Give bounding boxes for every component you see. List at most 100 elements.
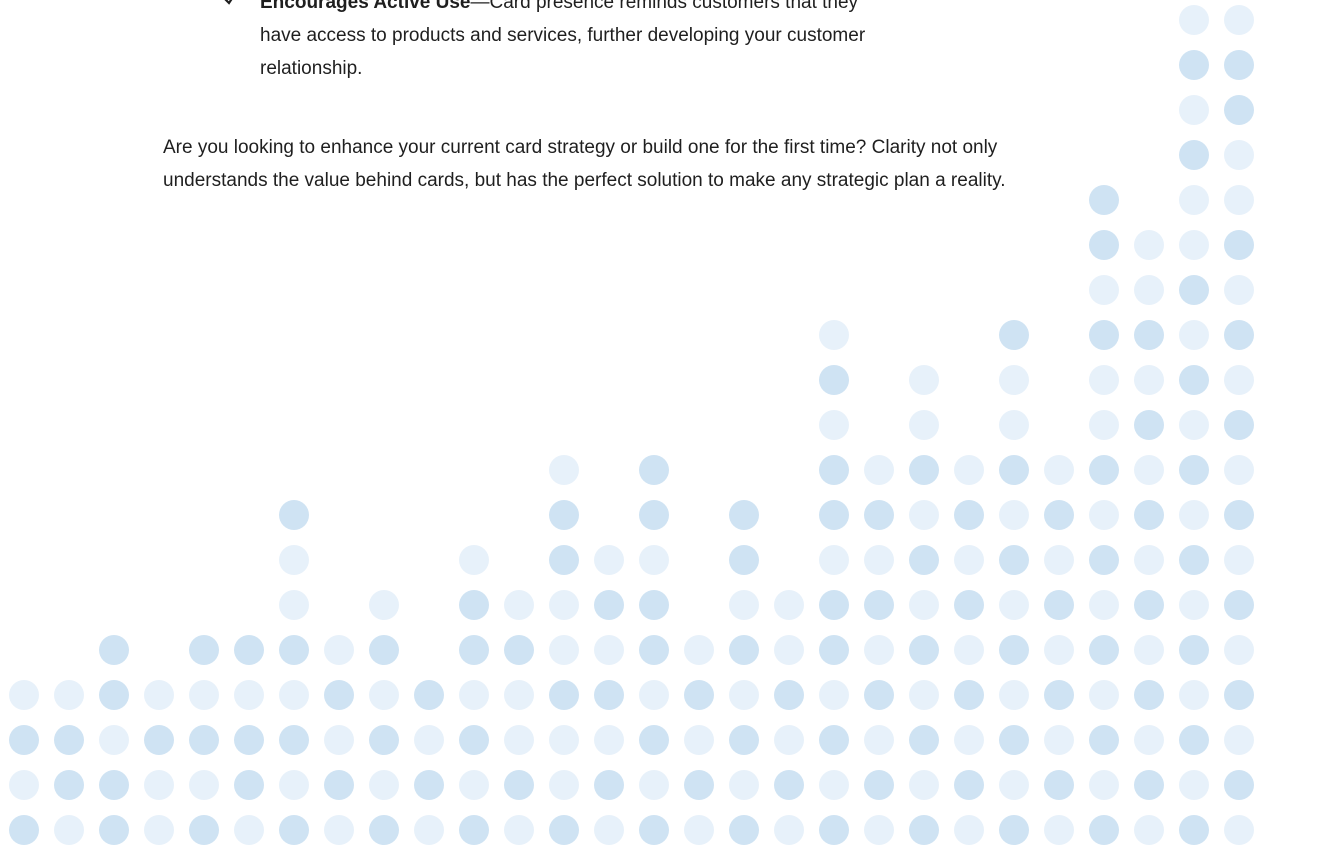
pattern-dot <box>999 455 1029 485</box>
pattern-dot <box>414 770 444 800</box>
pattern-dot <box>684 680 714 710</box>
pattern-dot <box>324 725 354 755</box>
pattern-dot <box>1089 545 1119 575</box>
pattern-dot <box>1089 815 1119 845</box>
pattern-dot <box>234 815 264 845</box>
pattern-dot <box>819 590 849 620</box>
pattern-dot <box>189 770 219 800</box>
pattern-dot <box>504 680 534 710</box>
pattern-dot <box>1089 455 1119 485</box>
pattern-dot <box>909 680 939 710</box>
pattern-dot <box>1044 725 1074 755</box>
pattern-dot <box>1224 770 1254 800</box>
pattern-dot <box>999 500 1029 530</box>
pattern-dot <box>1044 815 1074 845</box>
pattern-dot <box>99 635 129 665</box>
pattern-dot <box>999 815 1029 845</box>
pattern-dot <box>684 725 714 755</box>
pattern-dot <box>729 680 759 710</box>
pattern-dot <box>234 725 264 755</box>
pattern-dot <box>1134 590 1164 620</box>
pattern-dot <box>864 725 894 755</box>
pattern-dot <box>864 815 894 845</box>
pattern-dot <box>909 500 939 530</box>
pattern-dot <box>234 635 264 665</box>
pattern-dot <box>864 770 894 800</box>
pattern-dot <box>1179 680 1209 710</box>
pattern-dot <box>1134 365 1164 395</box>
pattern-dot <box>954 545 984 575</box>
pattern-dot <box>1224 410 1254 440</box>
pattern-dot <box>414 815 444 845</box>
pattern-dot <box>864 635 894 665</box>
pattern-dot <box>909 815 939 845</box>
pattern-dot <box>1044 590 1074 620</box>
pattern-dot <box>1044 680 1074 710</box>
pattern-dot <box>1044 455 1074 485</box>
pattern-dot <box>504 725 534 755</box>
pattern-dot <box>594 635 624 665</box>
pattern-dot <box>279 635 309 665</box>
pattern-dot <box>1224 320 1254 350</box>
pattern-dot <box>639 590 669 620</box>
pattern-dot <box>819 545 849 575</box>
pattern-dot <box>909 770 939 800</box>
pattern-dot <box>1179 410 1209 440</box>
pattern-dot <box>9 770 39 800</box>
pattern-dot <box>1179 725 1209 755</box>
pattern-dot <box>684 635 714 665</box>
pattern-dot <box>279 500 309 530</box>
pattern-dot <box>369 815 399 845</box>
pattern-dot <box>1134 770 1164 800</box>
pattern-dot <box>459 815 489 845</box>
pattern-dot <box>1179 635 1209 665</box>
pattern-dot <box>819 455 849 485</box>
pattern-dot <box>1134 815 1164 845</box>
pattern-dot <box>1089 320 1119 350</box>
pattern-dot <box>1179 320 1209 350</box>
pattern-dot <box>189 680 219 710</box>
pattern-dot <box>1179 95 1209 125</box>
pattern-dot <box>1089 230 1119 260</box>
pattern-dot <box>1179 50 1209 80</box>
pattern-dot <box>999 545 1029 575</box>
pattern-dot <box>54 770 84 800</box>
pattern-dot <box>9 725 39 755</box>
pattern-dot <box>1089 410 1119 440</box>
pattern-dot <box>774 635 804 665</box>
pattern-dot <box>279 815 309 845</box>
pattern-dot <box>594 770 624 800</box>
pattern-dot <box>1089 500 1119 530</box>
pattern-dot <box>1134 545 1164 575</box>
pattern-dot <box>1134 275 1164 305</box>
pattern-dot <box>459 590 489 620</box>
pattern-dot <box>504 815 534 845</box>
pattern-dot <box>1134 725 1164 755</box>
pattern-dot <box>1044 770 1074 800</box>
pattern-dot <box>324 635 354 665</box>
pattern-dot <box>1179 455 1209 485</box>
pattern-dot <box>1224 590 1254 620</box>
pattern-dot <box>819 635 849 665</box>
pattern-dot <box>459 545 489 575</box>
pattern-dot <box>189 815 219 845</box>
pattern-dot <box>999 680 1029 710</box>
pattern-dot <box>54 680 84 710</box>
pattern-dot <box>1224 50 1254 80</box>
pattern-dot <box>1089 725 1119 755</box>
pattern-dot <box>324 680 354 710</box>
pattern-dot <box>999 635 1029 665</box>
pattern-dot <box>234 680 264 710</box>
pattern-dot <box>639 545 669 575</box>
pattern-dot <box>1044 635 1074 665</box>
pattern-dot <box>999 410 1029 440</box>
pattern-dot <box>909 455 939 485</box>
pattern-dot <box>864 455 894 485</box>
pattern-dot <box>819 365 849 395</box>
dot-pattern <box>0 0 1344 845</box>
pattern-dot <box>1044 545 1074 575</box>
pattern-dot <box>1224 545 1254 575</box>
pattern-dot <box>1224 140 1254 170</box>
pattern-dot <box>549 545 579 575</box>
pattern-dot <box>1224 185 1254 215</box>
